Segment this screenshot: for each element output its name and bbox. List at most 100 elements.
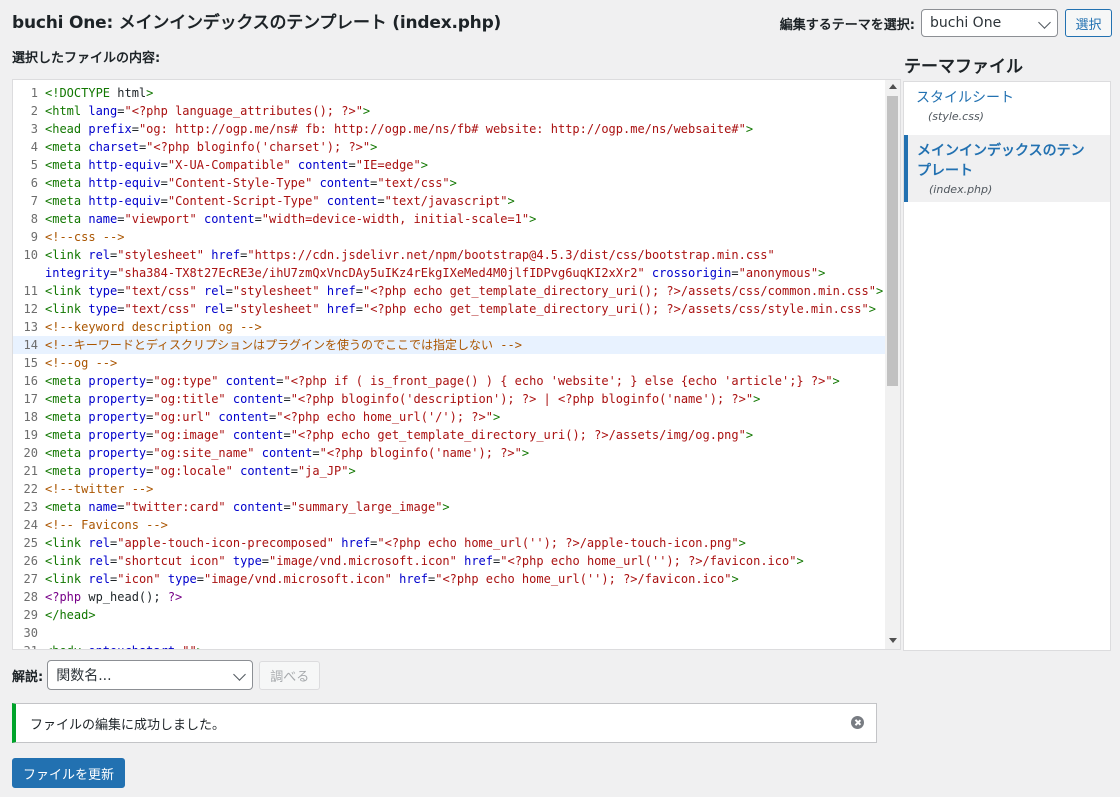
code-line[interactable]: 23 <meta name="twitter:card" content="sum… xyxy=(13,498,885,516)
code-line[interactable]: 8 <meta name="viewport" content="width=de… xyxy=(13,210,885,228)
code-text[interactable]: <meta name="viewport" content="width=dev… xyxy=(42,210,536,228)
line-number: 22 xyxy=(23,482,38,496)
code-text[interactable]: <meta property="og:site_name" content="<… xyxy=(42,444,529,462)
line-number: 10 xyxy=(23,248,38,262)
code-line[interactable]: 31<body ontouchstart=""> xyxy=(13,642,885,649)
code-text[interactable]: <meta property="og:image" content="<?php… xyxy=(42,426,753,444)
code-line[interactable]: 13 <!--keyword description og --> xyxy=(13,318,885,336)
code-text[interactable]: <!--keyword description og --> xyxy=(42,318,262,336)
line-number: 3 xyxy=(30,122,38,136)
line-number: 4 xyxy=(30,140,38,154)
code-line[interactable]: 11 <link type="text/css" rel="stylesheet"… xyxy=(13,282,885,300)
file-item-style-css[interactable]: スタイルシート (style.css) xyxy=(904,82,1110,129)
code-text[interactable]: <meta name="twitter:card" content="summa… xyxy=(42,498,450,516)
code-line[interactable]: 28 <?php wp_head(); ?> xyxy=(13,588,885,606)
line-number: 17 xyxy=(23,392,38,406)
code-text[interactable]: <!--og --> xyxy=(42,354,117,372)
code-line[interactable]: 16 <meta property="og:type" content="<?ph… xyxy=(13,372,885,390)
code-text[interactable]: <!-- Favicons --> xyxy=(42,516,168,534)
scroll-up-icon[interactable] xyxy=(889,84,897,89)
code-text[interactable]: <link rel="stylesheet" href="https://cdn… xyxy=(42,246,775,264)
code-text[interactable]: <?php wp_head(); ?> xyxy=(42,588,182,606)
code-text[interactable]: <link rel="shortcut icon" type="image/vn… xyxy=(42,552,804,570)
line-number: 20 xyxy=(23,446,38,460)
line-number: 14 xyxy=(23,338,38,352)
code-text[interactable]: <!--css --> xyxy=(42,228,124,246)
line-number: 25 xyxy=(23,536,38,550)
update-file-button[interactable]: ファイルを更新 xyxy=(12,758,125,788)
code-text[interactable]: <!--twitter --> xyxy=(42,480,153,498)
code-line[interactable]: 0integrity="sha384-TX8t27EcRE3e/ihU7zmQx… xyxy=(13,264,885,282)
code-line[interactable]: 5 <meta http-equiv="X-UA-Compatible" cont… xyxy=(13,156,885,174)
code-text[interactable]: </head> xyxy=(42,606,96,624)
scroll-down-icon[interactable] xyxy=(889,638,897,643)
theme-file-list: スタイルシート (style.css) メインインデックスのテンプレート (in… xyxy=(903,81,1111,651)
code-line[interactable]: 10 <link rel="stylesheet" href="https://c… xyxy=(13,246,885,264)
code-line[interactable]: 2 <html lang="<?php language_attributes()… xyxy=(13,102,885,120)
file-content-label: 選択したファイルの内容: xyxy=(12,51,161,66)
code-line[interactable]: 9 <!--css --> xyxy=(13,228,885,246)
code-line[interactable]: 12 <link type="text/css" rel="stylesheet"… xyxy=(13,300,885,318)
lookup-button[interactable]: 調べる xyxy=(259,660,321,690)
code-line[interactable]: 7 <meta http-equiv="Content-Script-Type" … xyxy=(13,192,885,210)
theme-select[interactable]: buchi One xyxy=(921,9,1058,37)
code-text[interactable]: <body ontouchstart=""> xyxy=(42,642,204,649)
code-text[interactable]: <!--キーワードとディスクリプションはプラグインを使うのでここでは指定しない … xyxy=(42,336,522,354)
code-text[interactable]: <meta property="og:title" content="<?php… xyxy=(42,390,760,408)
code-text[interactable]: <meta http-equiv="Content-Style-Type" co… xyxy=(42,174,457,192)
code-line[interactable]: 15 <!--og --> xyxy=(13,354,885,372)
success-notice: ファイルの編集に成功しました。 xyxy=(12,703,877,743)
file-item-index-php[interactable]: メインインデックスのテンプレート (index.php) xyxy=(904,135,1110,202)
code-line[interactable]: 27 <link rel="icon" type="image/vnd.micro… xyxy=(13,570,885,588)
code-line[interactable]: 20 <meta property="og:site_name" content=… xyxy=(13,444,885,462)
line-number: 27 xyxy=(23,572,38,586)
code-text[interactable] xyxy=(42,624,45,642)
function-select[interactable]: 関数名... xyxy=(47,660,254,690)
line-number: 16 xyxy=(23,374,38,388)
scrollbar-thumb[interactable] xyxy=(887,96,898,386)
line-number: 28 xyxy=(23,590,38,604)
code-line[interactable]: 4 <meta charset="<?php bloginfo('charset'… xyxy=(13,138,885,156)
code-text[interactable]: <head prefix="og: http://ogp.me/ns# fb: … xyxy=(42,120,753,138)
file-item-name[interactable]: スタイルシート xyxy=(916,87,1098,107)
code-line[interactable]: 18 <meta property="og:url" content="<?php… xyxy=(13,408,885,426)
code-editor[interactable]: 1 <!DOCTYPE html> 2 <html lang="<?php langu… xyxy=(12,79,901,650)
code-text[interactable]: <meta http-equiv="X-UA-Compatible" conte… xyxy=(42,156,428,174)
code-line[interactable]: 29 </head> xyxy=(13,606,885,624)
code-text[interactable]: <!DOCTYPE html> xyxy=(42,84,153,102)
theme-files-sidebar: テーマファイル スタイルシート (style.css) メインインデックスのテン… xyxy=(903,50,1111,651)
code-text[interactable]: <meta property="og:locale" content="ja_J… xyxy=(42,462,356,480)
code-text[interactable]: <meta property="og:url" content="<?php e… xyxy=(42,408,500,426)
code-text[interactable]: <html lang="<?php language_attributes();… xyxy=(42,102,370,120)
select-theme-button[interactable]: 選択 xyxy=(1065,9,1112,37)
code-line[interactable]: 21 <meta property="og:locale" content="ja… xyxy=(13,462,885,480)
code-line[interactable]: 3 <head prefix="og: http://ogp.me/ns# fb:… xyxy=(13,120,885,138)
code-line[interactable]: 30 xyxy=(13,624,885,642)
code-text[interactable]: <meta property="og:type" content="<?php … xyxy=(42,372,840,390)
line-number: 18 xyxy=(23,410,38,424)
code-text[interactable]: <link rel="apple-touch-icon-precomposed"… xyxy=(42,534,746,552)
code-text[interactable]: <link rel="icon" type="image/vnd.microso… xyxy=(42,570,739,588)
code-line[interactable]: 1 <!DOCTYPE html> xyxy=(13,84,885,102)
code-text[interactable]: <meta http-equiv="Content-Script-Type" c… xyxy=(42,192,515,210)
line-number: 11 xyxy=(23,284,38,298)
code-line[interactable]: 26 <link rel="shortcut icon" type="image/… xyxy=(13,552,885,570)
code-line[interactable]: 6 <meta http-equiv="Content-Style-Type" c… xyxy=(13,174,885,192)
line-number: 8 xyxy=(30,212,38,226)
dismiss-icon[interactable] xyxy=(851,716,864,729)
code-text[interactable]: integrity="sha384-TX8t27EcRE3e/ihU7zmQxV… xyxy=(42,264,825,282)
documentation-row: 解説: 関数名... 調べる xyxy=(12,660,321,690)
editor-scrollbar[interactable] xyxy=(885,80,900,649)
code-line[interactable]: 24 <!-- Favicons --> xyxy=(13,516,885,534)
code-line[interactable]: 19 <meta property="og:image" content="<?p… xyxy=(13,426,885,444)
code-lines[interactable]: 1 <!DOCTYPE html> 2 <html lang="<?php langu… xyxy=(13,84,885,649)
code-text[interactable]: <link type="text/css" rel="stylesheet" h… xyxy=(42,300,876,318)
code-line[interactable]: 17 <meta property="og:title" content="<?p… xyxy=(13,390,885,408)
code-text[interactable]: <link type="text/css" rel="stylesheet" h… xyxy=(42,282,883,300)
file-item-path: (index.php) xyxy=(929,183,993,196)
code-text[interactable]: <meta charset="<?php bloginfo('charset')… xyxy=(42,138,377,156)
code-line[interactable]: 22 <!--twitter --> xyxy=(13,480,885,498)
file-item-name[interactable]: メインインデックスのテンプレート xyxy=(917,140,1098,180)
code-line[interactable]: 14 <!--キーワードとディスクリプションはプラグインを使うのでここでは指定しな… xyxy=(13,336,885,354)
code-line[interactable]: 25 <link rel="apple-touch-icon-precompose… xyxy=(13,534,885,552)
